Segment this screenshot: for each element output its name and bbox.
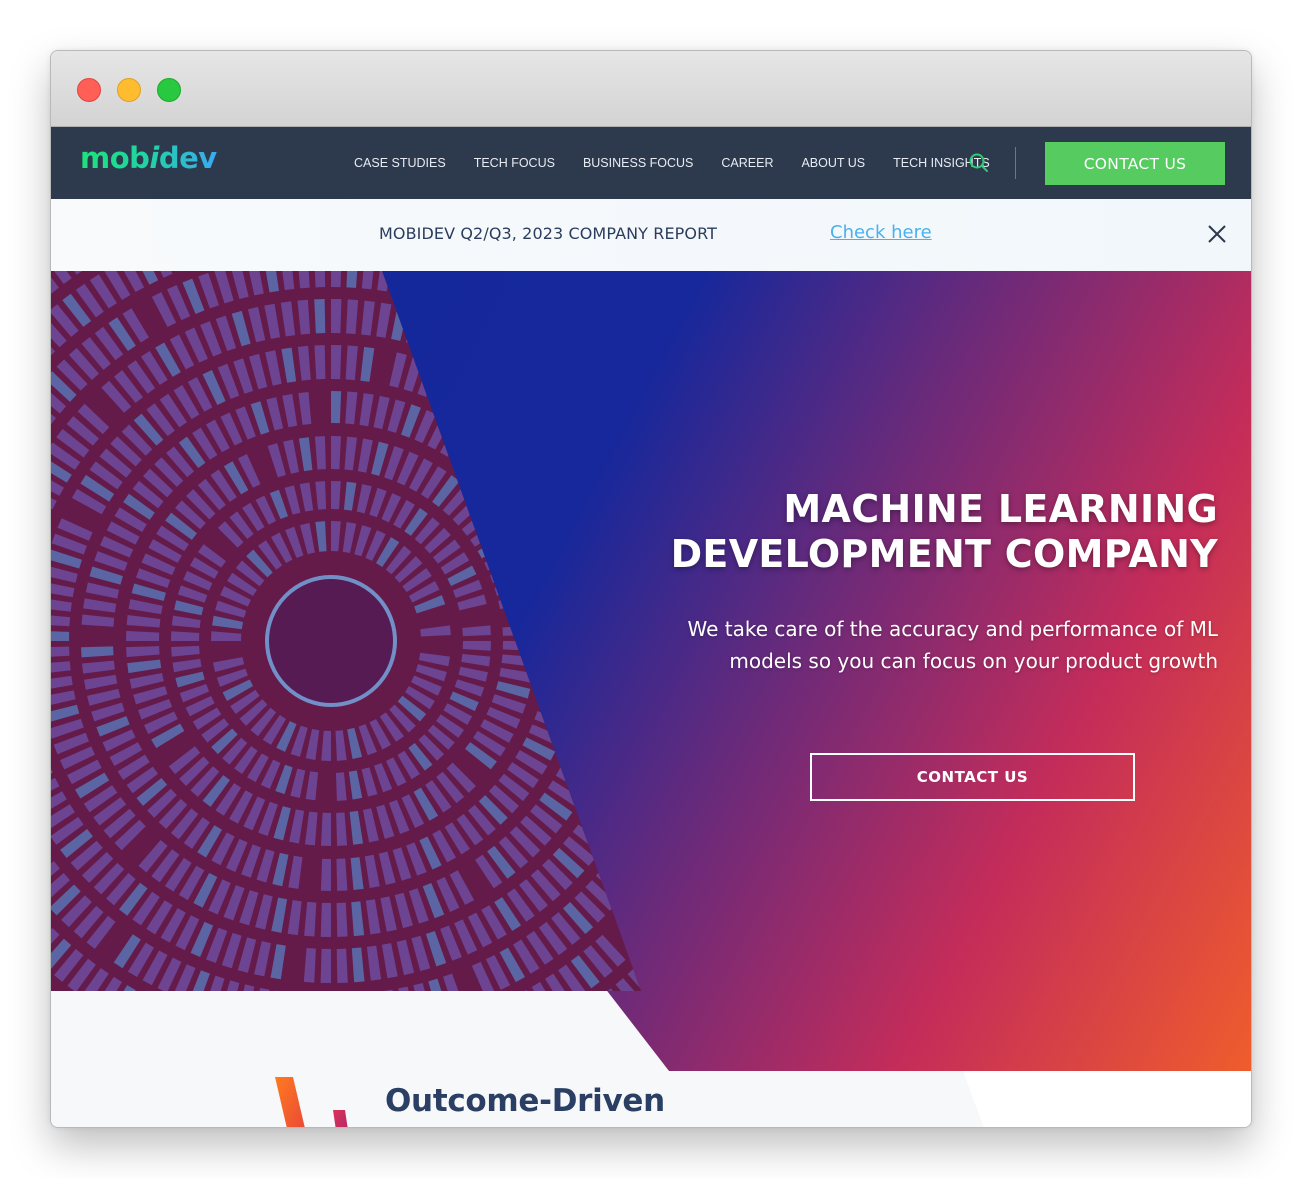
nav-case-studies[interactable]: CASE STUDIES [354,156,446,170]
nav-career[interactable]: CAREER [721,156,773,170]
logo-text: mob [80,141,150,175]
browser-window: mobidev CASE STUDIES TECH FOCUS BUSINESS… [50,50,1252,1128]
site-navbar: mobidev CASE STUDIES TECH FOCUS BUSINESS… [51,127,1251,199]
hero-section: MACHINE LEARNING DEVELOPMENT COMPANY We … [51,271,1251,1127]
nav-about-us[interactable]: ABOUT US [801,156,865,170]
nav-tech-focus[interactable]: TECH FOCUS [474,156,555,170]
window-titlebar [51,51,1251,127]
minimize-window-button[interactable] [117,78,141,102]
announcement-text: MOBIDEV Q2/Q3, 2023 COMPANY REPORT [379,224,718,243]
close-icon[interactable] [1204,221,1230,247]
outcome-chart-icon [275,1077,375,1127]
hero-title-line: MACHINE LEARNING [783,487,1218,531]
main-nav: CASE STUDIES TECH FOCUS BUSINESS FOCUS C… [354,127,1018,199]
logo-text: dev [158,141,217,175]
maximize-window-button[interactable] [157,78,181,102]
logo-text: i [149,141,159,175]
mobidev-logo[interactable]: mobidev [80,141,217,175]
nav-business-focus[interactable]: BUSINESS FOCUS [583,156,693,170]
close-window-button[interactable] [77,78,101,102]
hero-title: MACHINE LEARNING DEVELOPMENT COMPANY [518,487,1218,577]
check-here-link[interactable]: Check here [830,222,932,243]
announcement-bar: MOBIDEV Q2/Q3, 2023 COMPANY REPORT Check… [51,199,1251,271]
hero-title-line: DEVELOPMENT COMPANY [670,532,1218,576]
search-icon[interactable] [968,152,990,174]
hero-subtitle: We take care of the accuracy and perform… [687,617,1218,673]
section-title: Outcome-Driven [385,1083,665,1119]
nav-divider [1015,147,1016,179]
hero-contact-button[interactable]: CONTACT US [810,753,1135,801]
nav-contact-button[interactable]: CONTACT US [1045,142,1225,185]
